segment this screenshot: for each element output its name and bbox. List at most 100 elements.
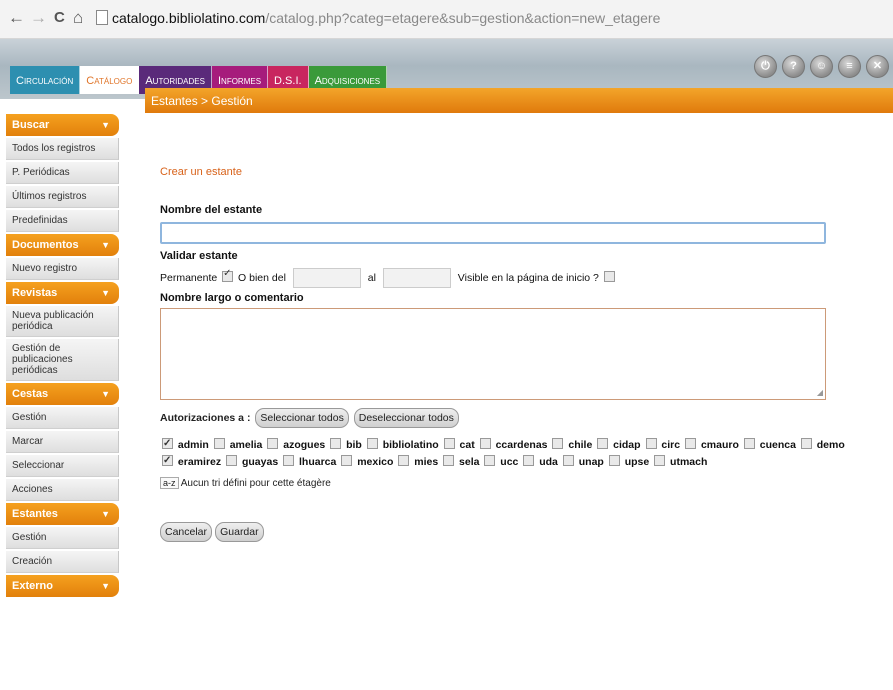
sidebar-item-acciones[interactable]: Acciones <box>6 479 119 501</box>
url-host: catalogo.bibliolatino.com <box>112 10 266 26</box>
user-checkbox[interactable] <box>484 455 496 466</box>
user-checkbox[interactable] <box>552 438 564 449</box>
user-name: admin <box>177 439 209 451</box>
tab-circulacion[interactable]: Circulación <box>10 66 81 94</box>
user-name: uda <box>539 456 558 468</box>
deselect-all-button[interactable]: Deseleccionar todos <box>353 408 459 428</box>
select-all-button[interactable]: Seleccionar todos <box>255 408 349 428</box>
user-name: circ <box>661 439 681 451</box>
comentario-label: Nombre largo o comentario <box>160 292 304 304</box>
sidebar-section-cestas[interactable]: Cestas ▼ <box>6 383 119 405</box>
users-icon[interactable]: ☺ <box>810 55 833 78</box>
address-bar[interactable]: catalogo.bibliolatino.com/catalog.php?ca… <box>96 9 660 27</box>
date-to-input[interactable] <box>382 268 451 288</box>
sidebar-item-creacion[interactable]: Creación <box>6 551 119 573</box>
date-from-input[interactable] <box>292 268 361 288</box>
visible-checkbox[interactable] <box>603 270 615 282</box>
user-name: utmach <box>670 456 708 468</box>
user-checkbox[interactable] <box>226 455 238 466</box>
user-checkbox[interactable] <box>330 438 342 449</box>
sidebar-section-revistas[interactable]: Revistas ▼ <box>6 282 119 304</box>
permanente-checkbox[interactable] <box>222 268 234 282</box>
user-name: unap <box>578 456 604 468</box>
sidebar-section-buscar[interactable]: Buscar ▼ <box>6 114 119 136</box>
user-checkbox[interactable] <box>443 438 455 449</box>
power-icon[interactable]: ⏻ <box>754 55 777 78</box>
sidebar-item-cestas-gestion[interactable]: Gestión <box>6 407 119 429</box>
sidebar-item-nueva-publicacion[interactable]: Nueva publicación periódica <box>6 306 119 337</box>
user-name: ucc <box>500 456 519 468</box>
browser-toolbar: ← → C ⌂ catalogo.bibliolatino.com/catalo… <box>0 0 893 39</box>
nombre-estante-input[interactable] <box>160 222 826 244</box>
sidebar-item-periodicas[interactable]: P. Periódicas <box>6 162 119 184</box>
user-checkbox[interactable] <box>685 438 697 449</box>
sidebar-item-nuevo-registro[interactable]: Nuevo registro <box>6 258 119 280</box>
user-option: chile <box>550 438 592 451</box>
user-checkbox[interactable] <box>162 435 173 452</box>
user-option: cuenca <box>742 438 796 451</box>
user-checkbox[interactable] <box>267 438 279 449</box>
forward-icon[interactable]: → <box>30 8 47 28</box>
o-bien-label: O bien del <box>238 271 286 284</box>
user-option: bibliolatino <box>365 438 439 451</box>
user-checkbox[interactable] <box>654 455 666 466</box>
triangle-down-icon: ▼ <box>101 240 110 250</box>
sidebar-section-estantes[interactable]: Estantes ▼ <box>6 503 119 525</box>
user-name: demo <box>816 439 845 451</box>
user-checkbox[interactable] <box>283 455 295 466</box>
sidebar-item-todos-registros[interactable]: Todos los registros <box>6 138 119 160</box>
triangle-down-icon: ▼ <box>101 288 110 298</box>
comentario-textarea[interactable]: ◢ <box>160 308 826 400</box>
user-checkbox[interactable] <box>562 455 574 466</box>
cancel-button[interactable]: Cancelar <box>160 522 213 542</box>
user-checkbox[interactable] <box>443 455 455 466</box>
sidebar-item-gestion-publicaciones[interactable]: Gestión de publicaciones periódicas <box>6 339 119 381</box>
sidebar-item-estantes-gestion[interactable]: Gestión <box>6 527 119 549</box>
user-checkbox[interactable] <box>213 438 225 449</box>
user-checkbox[interactable] <box>743 438 755 449</box>
autorizaciones-label: Autorizaciones a : <box>160 412 251 424</box>
home-icon[interactable]: ⌂ <box>73 8 83 28</box>
visible-label: Visible en la página de inicio ? <box>457 271 599 284</box>
user-option: eramirez <box>160 452 221 469</box>
sort-text: Aucun tri défini pour cette étagère <box>180 478 331 489</box>
user-checkbox[interactable] <box>800 438 812 449</box>
validity-row: Permanente O bien del al Visible en la p… <box>160 268 617 290</box>
document-icon[interactable]: ≡ <box>838 55 861 78</box>
user-checkbox[interactable] <box>341 455 353 466</box>
user-checkbox[interactable] <box>608 455 620 466</box>
tab-catalogo[interactable]: Catálogo <box>80 66 140 94</box>
user-checkbox[interactable] <box>398 455 410 466</box>
sidebar-item-seleccionar[interactable]: Seleccionar <box>6 455 119 477</box>
url-path: /catalog.php?categ=etagere&sub=gestion&a… <box>265 10 661 26</box>
user-checkbox[interactable] <box>479 438 491 449</box>
sidebar-item-predefinidas[interactable]: Predefinidas <box>6 210 119 232</box>
section-title: Documentos <box>12 239 79 251</box>
page-icon <box>96 10 108 25</box>
resize-grip-icon[interactable]: ◢ <box>817 388 823 397</box>
user-name: lhuarca <box>299 456 337 468</box>
close-icon[interactable]: ✕ <box>866 55 889 78</box>
sidebar-section-documentos[interactable]: Documentos ▼ <box>6 234 119 256</box>
save-button[interactable]: Guardar <box>215 522 264 542</box>
section-title: Estantes <box>12 508 58 520</box>
reload-icon[interactable]: C <box>54 8 65 28</box>
back-icon[interactable]: ← <box>8 8 25 28</box>
sidebar-item-ultimos-registros[interactable]: Últimos registros <box>6 186 119 208</box>
users-list: admin amelia azogues bib bibliolatino ca… <box>160 435 893 471</box>
user-checkbox[interactable] <box>366 438 378 449</box>
user-name: mies <box>414 456 439 468</box>
nombre-label: Nombre del estante <box>160 204 263 216</box>
user-checkbox[interactable] <box>523 455 535 466</box>
sort-az-icon[interactable]: a-z <box>160 477 179 489</box>
user-name: sela <box>459 456 480 468</box>
sidebar-item-marcar[interactable]: Marcar <box>6 431 119 453</box>
authorizations-row: Autorizaciones a : Seleccionar todos Des… <box>160 408 459 428</box>
user-checkbox[interactable] <box>162 452 173 469</box>
breadcrumb: Estantes > Gestión <box>145 88 893 113</box>
sidebar-section-externo[interactable]: Externo ▼ <box>6 575 119 597</box>
header-icons: ⏻ ? ☺ ≡ ✕ <box>754 55 889 78</box>
user-checkbox[interactable] <box>645 438 657 449</box>
user-checkbox[interactable] <box>597 438 609 449</box>
help-icon[interactable]: ? <box>782 55 805 78</box>
